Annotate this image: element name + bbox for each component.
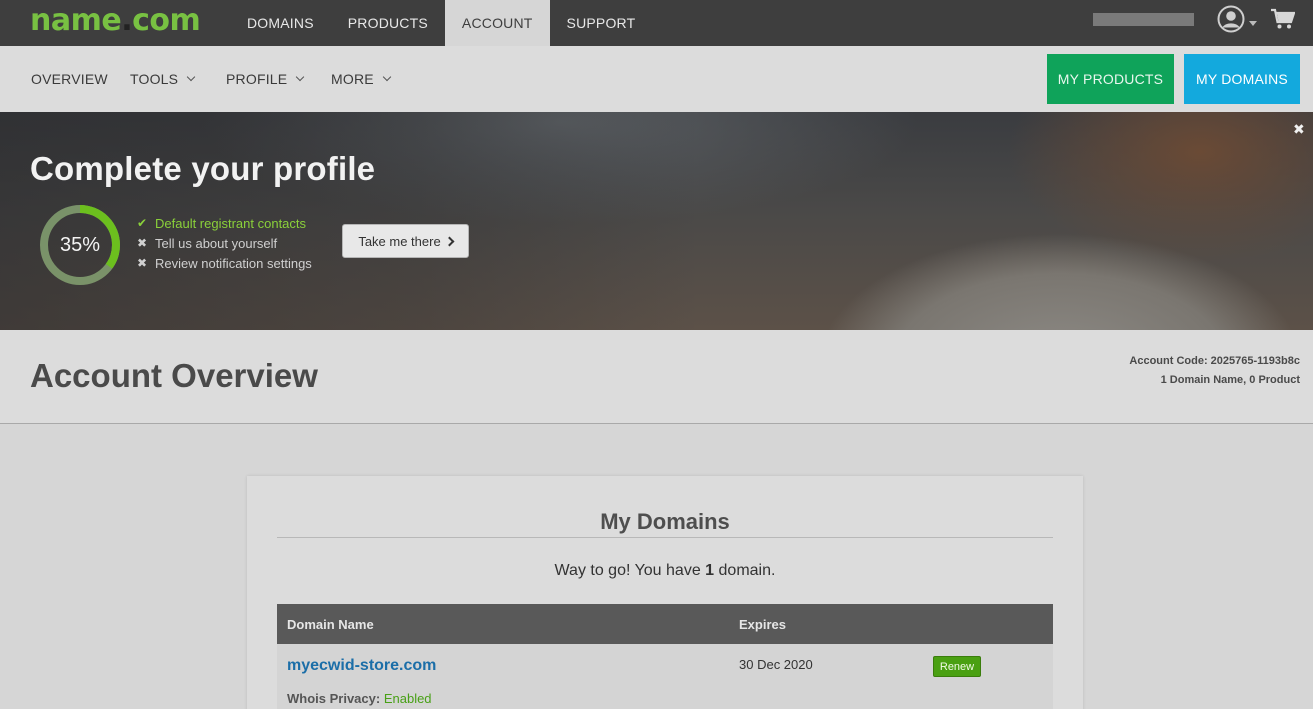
my-products-button[interactable]: MY PRODUCTS xyxy=(1047,54,1174,104)
account-summary: 1 Domain Name, 0 Product xyxy=(1160,374,1300,386)
subnav-more[interactable]: MORE xyxy=(331,46,392,112)
user-circle-icon[interactable] xyxy=(1217,5,1245,33)
logo-tld: com xyxy=(132,3,201,38)
profile-progress-percent: 35% xyxy=(59,233,101,256)
cart-icon[interactable] xyxy=(1271,8,1295,30)
checklist-item-label: Review notification settings xyxy=(155,255,312,271)
chevron-down-icon xyxy=(186,72,196,82)
x-icon: ✖ xyxy=(137,256,148,270)
nav-products[interactable]: PRODUCTS xyxy=(331,0,445,46)
subnav-profile[interactable]: PROFILE xyxy=(226,46,305,112)
logo[interactable]: name.com xyxy=(30,3,201,38)
nav-account[interactable]: ACCOUNT xyxy=(444,0,550,46)
x-icon: ✖ xyxy=(137,236,148,250)
logo-dot: . xyxy=(121,3,133,38)
checklist-item-label: Tell us about yourself xyxy=(155,235,278,251)
column-domain-name: Domain Name xyxy=(287,616,374,632)
checklist-item: ✖ Review notification settings xyxy=(137,253,312,273)
page-title: Account Overview xyxy=(30,357,318,394)
subnav-overview-label: OVERVIEW xyxy=(31,71,108,87)
divider xyxy=(277,537,1053,538)
whois-privacy: Whois Privacy: Enabled xyxy=(287,691,432,706)
subnav-overview[interactable]: OVERVIEW xyxy=(31,46,108,112)
take-me-there-button[interactable]: Take me there xyxy=(342,224,469,258)
whois-privacy-label: Whois Privacy: xyxy=(287,691,381,706)
chevron-down-icon[interactable] xyxy=(1249,21,1257,26)
expiry-date: 30 Dec 2020 xyxy=(739,657,813,672)
domain-link[interactable]: myecwid-store.com xyxy=(287,657,436,675)
domain-count-message: Way to go! You have 1 domain. xyxy=(277,562,1053,580)
logo-name: name xyxy=(30,3,122,38)
sub-nav: OVERVIEW TOOLS PROFILE MORE MY PRODUCTS … xyxy=(0,46,1313,112)
banner-title: Complete your profile xyxy=(30,150,376,187)
renew-button[interactable]: Renew xyxy=(933,656,981,677)
whois-privacy-status[interactable]: Enabled xyxy=(384,691,432,706)
profile-checklist: ✔ Default registrant contacts ✖ Tell us … xyxy=(137,213,312,273)
close-icon[interactable]: ✖ xyxy=(1293,122,1305,136)
domain-count-prefix: Way to go! You have xyxy=(554,562,701,579)
nav-support[interactable]: SUPPORT xyxy=(550,0,653,46)
chevron-down-icon xyxy=(382,72,392,82)
column-expires: Expires xyxy=(739,616,786,632)
card-title: My Domains xyxy=(600,509,730,534)
checklist-item: ✔ Default registrant contacts xyxy=(137,213,312,233)
account-code: Account Code: 2025765-1193b8c xyxy=(1129,355,1300,367)
profile-banner: ✖ Complete your profile 35% ✔ Default re… xyxy=(0,112,1313,330)
chevron-down-icon xyxy=(296,72,305,82)
chevron-right-icon xyxy=(444,236,455,247)
subnav-tools[interactable]: TOOLS xyxy=(130,46,196,112)
subnav-more-label: MORE xyxy=(331,71,374,87)
nav-domains[interactable]: DOMAINS xyxy=(230,0,331,46)
checklist-item: ✖ Tell us about yourself xyxy=(137,233,312,253)
account-header: Account Overview Account Code: 2025765-1… xyxy=(0,330,1313,424)
table-row: myecwid-store.com 30 Dec 2020 Renew Whoi… xyxy=(277,644,1053,709)
my-domains-card: My Domains Way to go! You have 1 domain.… xyxy=(247,476,1083,709)
checklist-item-label: Default registrant contacts xyxy=(155,215,307,231)
domain-count-suffix: domain. xyxy=(718,562,776,579)
subnav-tools-label: TOOLS xyxy=(130,71,179,87)
subnav-profile-label: PROFILE xyxy=(226,71,288,87)
username-redacted xyxy=(1093,13,1194,26)
top-bar: name.com DOMAINS PRODUCTS ACCOUNT SUPPOR… xyxy=(0,0,1313,46)
take-me-there-label: Take me there xyxy=(358,233,441,249)
my-domains-button[interactable]: MY DOMAINS xyxy=(1184,54,1300,104)
domain-count: 1 xyxy=(705,562,715,579)
main-nav: DOMAINS PRODUCTS ACCOUNT SUPPORT xyxy=(230,0,652,46)
checkmark-icon: ✔ xyxy=(137,216,148,230)
table-header: Domain Name Expires xyxy=(277,604,1053,644)
